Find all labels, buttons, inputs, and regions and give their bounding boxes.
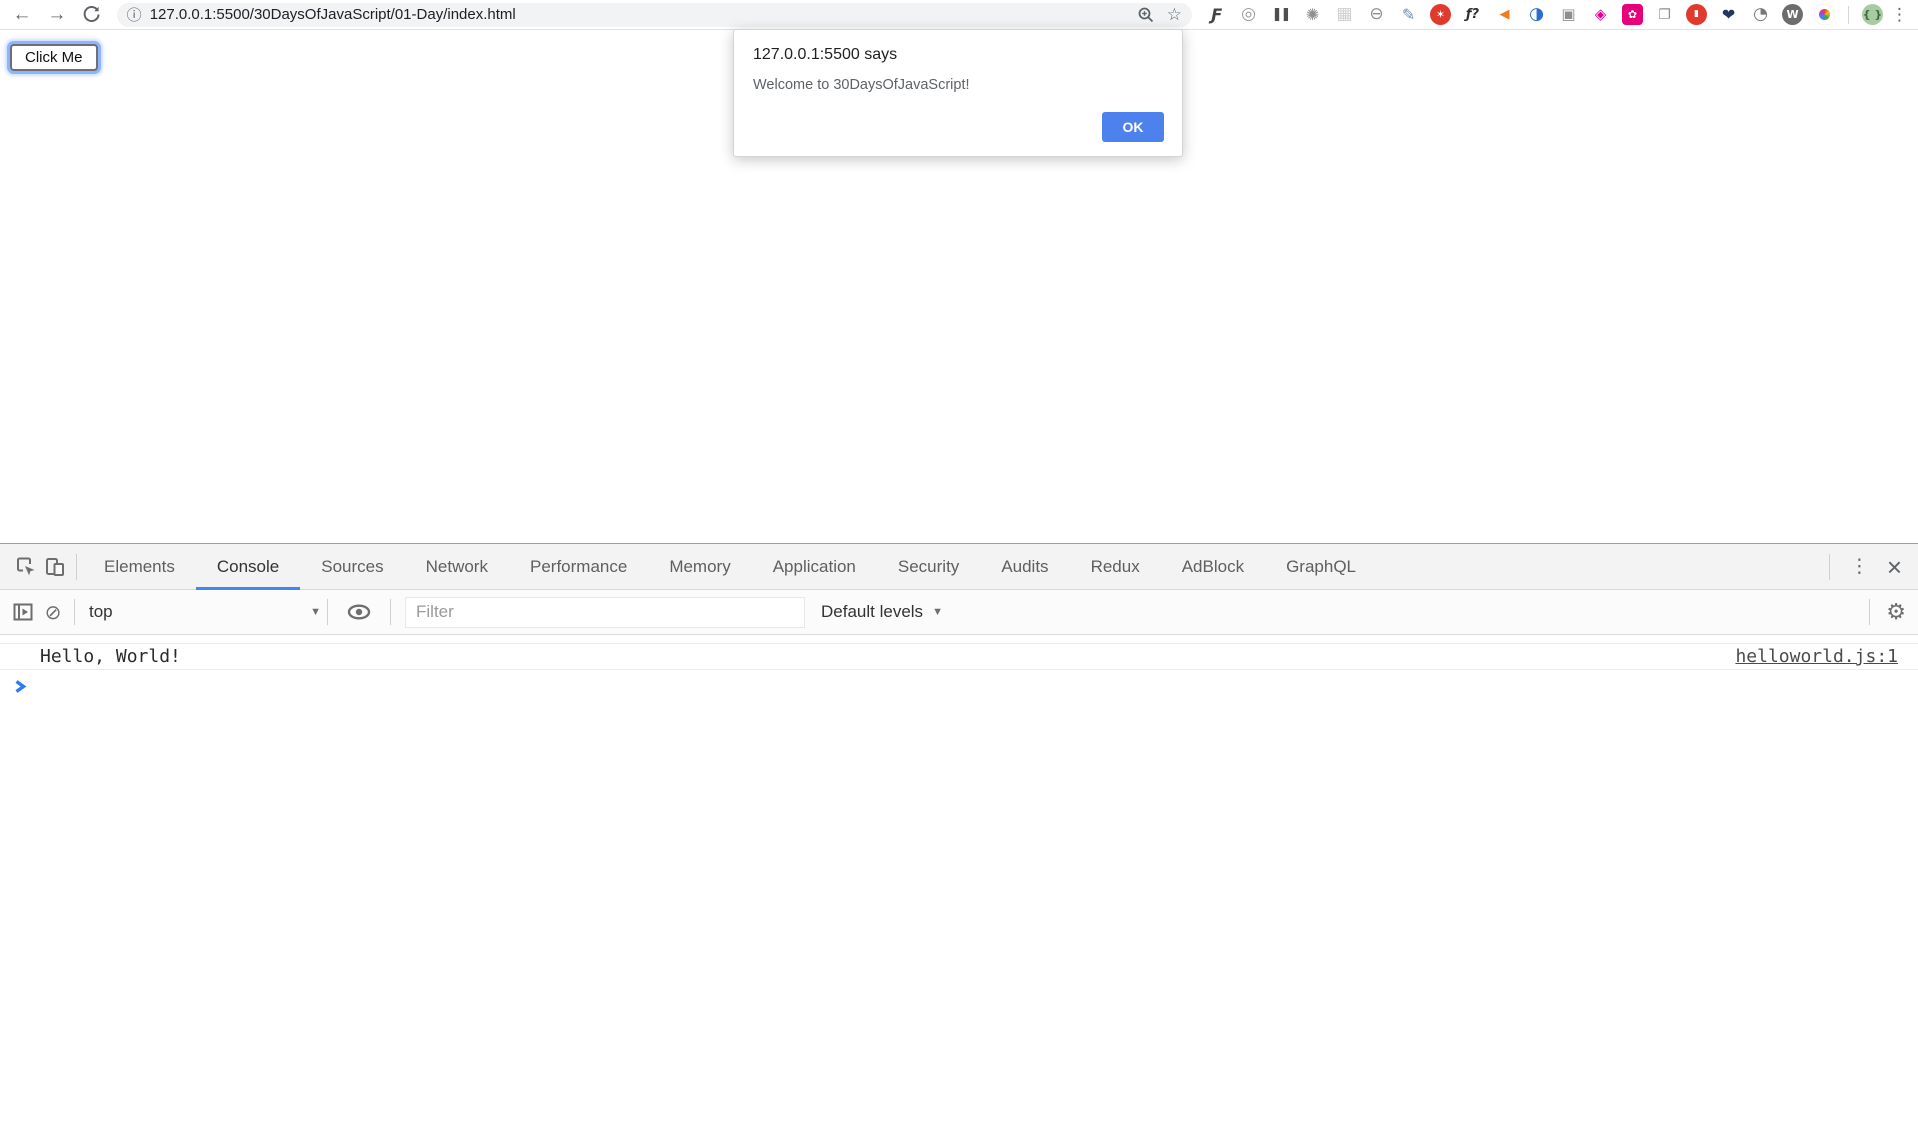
- click-me-button[interactable]: Click Me: [10, 44, 98, 71]
- extension-g-circle-icon[interactable]: ◔: [1750, 4, 1771, 25]
- tab-memory[interactable]: Memory: [648, 544, 751, 590]
- devtools-panel: Elements Console Sources Network Perform…: [0, 543, 1918, 1146]
- tab-network[interactable]: Network: [405, 544, 509, 590]
- extension-blue-orb-icon[interactable]: ◑: [1526, 4, 1547, 25]
- tab-redux[interactable]: Redux: [1070, 544, 1161, 590]
- tabbar-separator: [76, 554, 77, 580]
- extension-heart-search-icon[interactable]: ❤: [1718, 4, 1739, 25]
- url-text[interactable]: 127.0.0.1:5500/30DaysOfJavaScript/01-Day…: [150, 6, 1125, 23]
- devtools-close-icon[interactable]: ×: [1883, 554, 1918, 580]
- context-selector-value: top: [89, 602, 113, 622]
- tab-security[interactable]: Security: [877, 544, 980, 590]
- extension-megaphone-icon[interactable]: ◀: [1494, 4, 1515, 25]
- bookmark-star-icon[interactable]: ☆: [1167, 5, 1182, 25]
- devtools-tab-bar: Elements Console Sources Network Perform…: [0, 544, 1918, 590]
- url-bar[interactable]: ⓘ 127.0.0.1:5500/30DaysOfJavaScript/01-D…: [117, 3, 1192, 27]
- browser-toolbar: ← → ⓘ 127.0.0.1:5500/30DaysOfJavaScript/…: [0, 0, 1918, 30]
- console-settings-gear-icon[interactable]: ⚙: [1876, 599, 1918, 625]
- tab-application[interactable]: Application: [752, 544, 877, 590]
- extension-f-question-icon[interactable]: ƒ?: [1462, 4, 1483, 25]
- tab-performance[interactable]: Performance: [509, 544, 648, 590]
- devtools-menu-icon[interactable]: ⋮: [1836, 555, 1883, 578]
- console-prompt[interactable]: [0, 670, 1918, 702]
- context-selector[interactable]: top ▼: [89, 602, 321, 622]
- extension-puzzle-icon[interactable]: ❐: [1654, 4, 1675, 25]
- back-icon[interactable]: ←: [9, 3, 35, 27]
- reload-icon[interactable]: [79, 3, 105, 27]
- extension-grid-icon[interactable]: ▦: [1334, 4, 1355, 25]
- browser-menu-icon[interactable]: ⋮: [1891, 5, 1908, 25]
- extension-rainbow-icon[interactable]: ●: [1814, 4, 1835, 25]
- tabbar-right-separator: [1829, 554, 1830, 580]
- zoom-page-icon[interactable]: [1137, 6, 1155, 24]
- extension-stop-hand-icon[interactable]: ✶: [1430, 4, 1451, 25]
- console-sidebar-icon[interactable]: [8, 597, 38, 627]
- alert-message: Welcome to 30DaysOfJavaScript!: [753, 77, 970, 93]
- extension-fontawesome-icon[interactable]: Ƒ: [1206, 4, 1227, 25]
- log-levels-label: Default levels: [821, 602, 923, 622]
- extension-red-bookmark-icon[interactable]: ▮: [1686, 4, 1707, 25]
- extension-camera-icon[interactable]: ▣: [1558, 4, 1579, 25]
- console-toolbar-separator: [1869, 599, 1870, 625]
- alert-title: 127.0.0.1:5500 says: [753, 46, 897, 64]
- device-toolbar-icon[interactable]: [40, 552, 70, 582]
- tab-adblock[interactable]: AdBlock: [1161, 544, 1265, 590]
- console-output: Hello, World! helloworld.js:1: [0, 643, 1918, 702]
- extension-bug-icon[interactable]: ✺: [1302, 4, 1323, 25]
- extension-shutter-icon[interactable]: ◎: [1238, 4, 1259, 25]
- prompt-chevron-icon: [14, 679, 27, 694]
- extensions-row: Ƒ ◎ ❚❚ ✺ ▦ ⊖ ✎ ✶ ƒ? ◀ ◑ ▣ ◈ ✿ ❐ ▮ ❤ ◔ W …: [1206, 4, 1883, 25]
- console-message-row: Hello, World! helloworld.js:1: [0, 643, 1918, 670]
- console-source-link[interactable]: helloworld.js:1: [1735, 646, 1898, 667]
- extension-eyedropper-icon[interactable]: ✎: [1398, 4, 1419, 25]
- tab-elements[interactable]: Elements: [83, 544, 196, 590]
- extension-pink-gear-icon[interactable]: ✿: [1622, 4, 1643, 25]
- live-expression-eye-icon[interactable]: [344, 597, 374, 627]
- extension-w-circle-icon[interactable]: W: [1782, 4, 1803, 25]
- alert-ok-button[interactable]: OK: [1102, 112, 1164, 142]
- tab-audits[interactable]: Audits: [980, 544, 1069, 590]
- console-log-text: Hello, World!: [40, 646, 181, 667]
- extension-panels-icon[interactable]: ❚❚: [1270, 4, 1291, 25]
- extension-green-braces-icon[interactable]: { }: [1862, 4, 1883, 25]
- clear-console-icon[interactable]: ⊘: [38, 597, 68, 627]
- forward-icon[interactable]: →: [44, 3, 70, 27]
- chevron-down-icon: ▼: [310, 606, 321, 618]
- console-filter-input[interactable]: [405, 597, 805, 628]
- log-levels-dropdown[interactable]: Default levels ▼: [821, 602, 943, 622]
- alert-dialog: 127.0.0.1:5500 says Welcome to 30DaysOfJ…: [733, 29, 1183, 157]
- tab-console[interactable]: Console: [196, 544, 300, 590]
- tab-sources[interactable]: Sources: [300, 544, 404, 590]
- tab-graphql[interactable]: GraphQL: [1265, 544, 1377, 590]
- page-info-icon[interactable]: ⓘ: [127, 4, 142, 25]
- extension-graphql-icon[interactable]: ◈: [1590, 4, 1611, 25]
- extension-circle-minus-icon[interactable]: ⊖: [1366, 4, 1387, 25]
- console-toolbar-separator: [74, 599, 75, 625]
- chevron-down-icon: ▼: [932, 606, 943, 618]
- console-toolbar: ⊘ top ▼ Default levels ▼ ⚙: [0, 590, 1918, 635]
- console-toolbar-separator: [390, 599, 391, 625]
- toolbar-separator: [1848, 6, 1849, 24]
- console-toolbar-separator: [327, 599, 328, 625]
- inspect-element-icon[interactable]: [10, 552, 40, 582]
